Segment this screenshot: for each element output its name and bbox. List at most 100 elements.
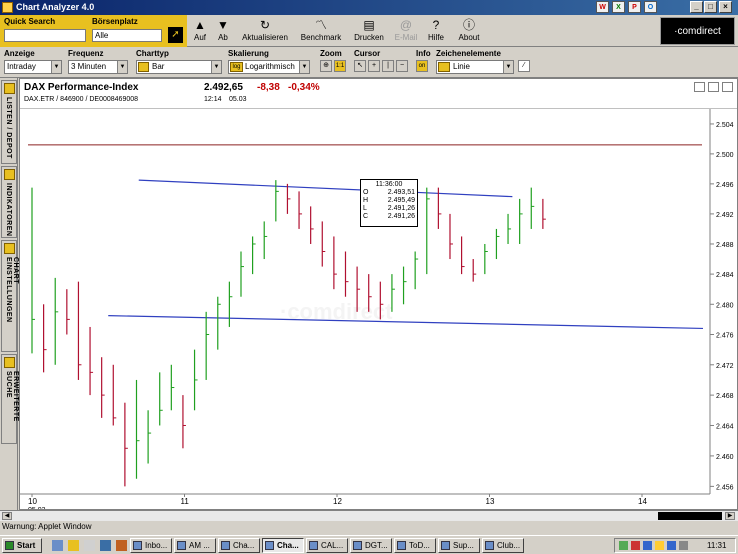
frequenz-select[interactable]: 3 Minuten ▼ xyxy=(68,60,128,74)
draw-line-icon[interactable]: ⁄ xyxy=(518,60,530,72)
chevron-down-icon: ▼ xyxy=(299,61,309,73)
bar-view-icon[interactable] xyxy=(694,82,705,92)
go-arrow-icon[interactable]: ➚ xyxy=(168,27,183,43)
tooltip-high: H 2.495,49 xyxy=(363,197,415,204)
email-label: E-Mail xyxy=(394,33,418,42)
tab-chart-einstellungen[interactable]: CHART EINSTELLUNGEN xyxy=(1,240,19,352)
tooltip-time: 11:36:00 xyxy=(375,181,403,188)
zoom-reset-button[interactable]: 1:1 xyxy=(334,60,346,72)
scroll-right-icon[interactable]: ▶ xyxy=(725,512,735,520)
benchmark-button[interactable]: 〽 Benchmark xyxy=(298,17,344,47)
quicklaunch-desktop-icon[interactable] xyxy=(84,540,95,551)
quick-search-input[interactable] xyxy=(4,29,86,42)
clock: 11:31 xyxy=(707,541,727,550)
system-tray: 11:31 xyxy=(614,538,736,553)
task-club[interactable]: Club... xyxy=(482,538,524,553)
quicklaunch-ie-icon[interactable] xyxy=(52,540,63,551)
tooltip-low: L 2.491,26 xyxy=(363,205,415,212)
chart-icon: 〽 xyxy=(314,18,327,32)
ppt-icon[interactable]: P xyxy=(628,1,641,13)
refresh-icon: ↻ xyxy=(259,18,271,32)
task-cal[interactable]: CAL... xyxy=(306,538,348,553)
minimize-button[interactable]: _ xyxy=(690,1,703,13)
quote-date: 05.03 xyxy=(229,96,247,103)
charttyp-select[interactable]: Bar ▼ xyxy=(136,60,222,74)
trend-line-upper xyxy=(138,179,513,198)
y-tick-label: 2.476 xyxy=(716,333,734,340)
zoom-in-icon[interactable]: ⊕ xyxy=(320,60,332,72)
about-label: About xyxy=(458,33,480,42)
line-tool-icon xyxy=(438,62,450,72)
refresh-button[interactable]: ↻ Aktualisieren xyxy=(238,17,292,47)
skalierung-select[interactable]: log Logarithmisch ▼ xyxy=(228,60,310,74)
tab-label: CHART EINSTELLUNGEN xyxy=(5,257,19,323)
horizontal-scrollbar[interactable]: ◀ ▶ xyxy=(0,510,738,521)
chart-panel[interactable]: DAX Performance-Index DAX.ETR / 846900 /… xyxy=(19,78,738,510)
task-tod[interactable]: ToD... xyxy=(394,538,436,553)
up-label: Auf xyxy=(193,33,206,42)
search-panel: Quick Search Börsenplatz Alle ➚ xyxy=(0,15,187,47)
cursor-hline-icon[interactable]: − xyxy=(396,60,408,72)
task-dgt[interactable]: DGT... xyxy=(350,538,392,553)
tray-language-icon[interactable] xyxy=(667,541,676,550)
about-button[interactable]: ⓘ About xyxy=(455,17,483,47)
quicklaunch-app-icon[interactable] xyxy=(100,540,111,551)
down-button[interactable]: ▼ Ab xyxy=(214,17,232,47)
tray-network-icon[interactable] xyxy=(619,541,628,550)
task-inbox[interactable]: Inbo... xyxy=(130,538,172,553)
y-tick-label: 2.504 xyxy=(716,122,734,129)
tab-indikatoren[interactable]: INDIKATOREN xyxy=(1,166,17,238)
task-cha-2[interactable]: Cha... xyxy=(262,538,304,553)
tab-listen-depot[interactable]: LISTEN / DEPOT xyxy=(1,80,17,164)
task-cha-1[interactable]: Cha... xyxy=(218,538,260,553)
word-icon[interactable]: W xyxy=(596,1,609,13)
outlook-icon[interactable]: O xyxy=(644,1,657,13)
info-icon: ⓘ xyxy=(462,18,475,32)
ohlc-tooltip: 11:36:00 O 2.493,51 H 2.495,49 L 2.491,2… xyxy=(360,179,418,227)
cursor-cross-icon[interactable]: + xyxy=(368,60,380,72)
help-button[interactable]: ? Hilfe xyxy=(425,17,447,47)
printer-icon: ▤ xyxy=(363,18,375,32)
tray-misc-icon[interactable] xyxy=(679,541,688,550)
zeichenelemente-select[interactable]: Linie ▼ xyxy=(436,60,514,74)
quicklaunch-app2-icon[interactable] xyxy=(116,540,127,551)
task-label: AM ... xyxy=(189,541,210,550)
task-sup[interactable]: Sup... xyxy=(438,538,480,553)
anzeige-select[interactable]: Intraday ▼ xyxy=(4,60,62,74)
log-icon: log xyxy=(230,62,243,72)
price-chart[interactable]: 2.504 2.500 2.496 2.492 2.488 2.484 2.480 2.476… xyxy=(20,109,737,509)
options-bar: Anzeige Intraday ▼ Frequenz 3 Minuten ▼ Ch… xyxy=(0,48,738,78)
bar-chart-icon xyxy=(138,62,149,72)
scroll-thumb[interactable] xyxy=(658,512,722,520)
email-button[interactable]: @ E-Mail xyxy=(391,17,421,47)
chevron-down-icon: ▼ xyxy=(503,61,513,73)
scroll-left-icon[interactable]: ◀ xyxy=(2,512,12,520)
print-button[interactable]: ▤ Drucken xyxy=(352,17,386,47)
excel-icon[interactable]: X xyxy=(612,1,625,13)
tray-volume-icon[interactable] xyxy=(655,541,664,550)
candle-view-icon[interactable] xyxy=(708,82,719,92)
task-label: Inbo... xyxy=(145,541,168,550)
info-toggle[interactable]: on xyxy=(416,60,428,72)
task-icon xyxy=(265,541,274,550)
task-am[interactable]: AM ... xyxy=(174,538,216,553)
boersenplatz-value: Alle xyxy=(95,31,109,40)
tab-label: LISTEN / DEPOT xyxy=(5,97,12,159)
tray-app-icon[interactable] xyxy=(643,541,652,550)
tray-antivirus-icon[interactable] xyxy=(631,541,640,550)
charttyp-value: Bar xyxy=(152,62,165,71)
benchmark-label: Benchmark xyxy=(300,33,342,42)
boersenplatz-select[interactable]: Alle xyxy=(92,29,162,42)
maximize-button[interactable]: □ xyxy=(704,1,717,13)
close-button[interactable]: × xyxy=(719,1,732,13)
up-button[interactable]: ▲ Auf xyxy=(191,17,209,47)
cursor-pointer-icon[interactable]: ↖ xyxy=(354,60,366,72)
y-tick-label: 2.472 xyxy=(716,363,734,370)
tab-erweiterte-suche[interactable]: ERWEITERTE SUCHE xyxy=(1,354,19,444)
line-view-icon[interactable] xyxy=(722,82,733,92)
cursor-vline-icon[interactable]: | xyxy=(382,60,394,72)
skalierung-label: Skalierung xyxy=(228,49,269,58)
y-tick-label: 2.456 xyxy=(716,484,734,491)
start-button[interactable]: Start xyxy=(2,538,42,553)
quicklaunch-outlook-icon[interactable] xyxy=(68,540,79,551)
